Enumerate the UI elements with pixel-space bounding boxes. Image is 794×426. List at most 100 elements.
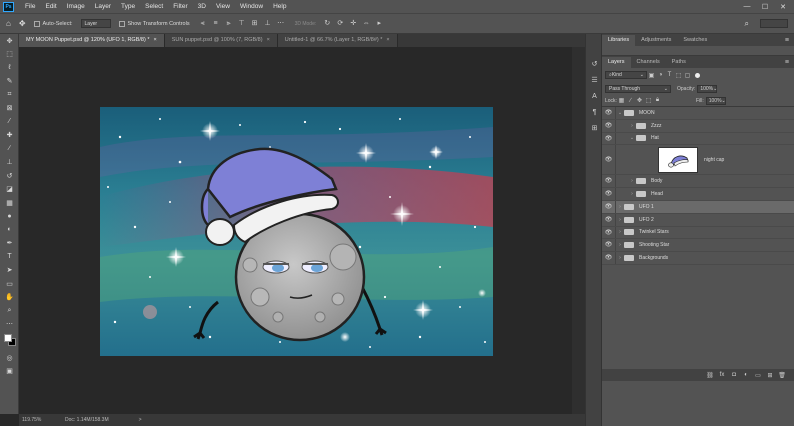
rectangle-tool-icon[interactable]: ▭ — [0, 277, 19, 291]
menu-help[interactable]: Help — [268, 3, 291, 10]
more-tools-icon[interactable]: ⋯ — [0, 318, 19, 332]
vertical-scrollbar[interactable] — [572, 47, 585, 414]
transform-controls-option[interactable]: Show Transform Controls — [118, 20, 190, 27]
layer-row-night-cap[interactable]: 👁︎ night cap — [602, 145, 794, 176]
dodge-tool-icon[interactable]: ◐ — [0, 223, 19, 237]
adjustment-layer-icon[interactable]: ◐ — [740, 372, 752, 378]
align-left-icon[interactable]: ⫷ — [198, 20, 208, 28]
zoom-level[interactable]: 119.75% — [19, 417, 59, 423]
align-top-icon[interactable]: ⊤ — [237, 20, 247, 28]
visibility-eye-icon[interactable]: 👁︎ — [602, 175, 616, 188]
minimize-button[interactable]: — — [738, 3, 756, 10]
layer-row-body[interactable]: 👁︎ › Body — [602, 175, 794, 189]
kind-filter-dropdown[interactable]: ⌕ Kind ⌄ — [605, 71, 647, 79]
visibility-eye-icon[interactable]: 👁︎ — [602, 188, 616, 200]
healing-brush-tool-icon[interactable]: ✚ — [0, 129, 19, 143]
close-tab-icon[interactable]: × — [153, 37, 156, 43]
eraser-tool-icon[interactable]: ◪ — [0, 183, 19, 197]
paragraph-panel-icon[interactable]: ¶ — [586, 104, 603, 120]
history-brush-tool-icon[interactable]: ↺ — [0, 169, 19, 183]
quick-mask-icon[interactable]: ◎ — [0, 351, 19, 365]
pen-tool-icon[interactable]: ✒ — [0, 237, 19, 251]
menu-window[interactable]: Window — [235, 3, 268, 10]
quick-select-tool-icon[interactable]: ✎ — [0, 75, 19, 89]
align-center-icon[interactable]: ≡ — [211, 20, 221, 28]
visibility-eye-icon[interactable]: 👁︎ — [602, 200, 616, 213]
menu-layer[interactable]: Layer — [90, 3, 116, 10]
lock-transparency-icon[interactable]: ▦ — [617, 97, 626, 104]
blur-tool-icon[interactable]: ● — [0, 210, 19, 224]
delete-layer-icon[interactable]: 🗑︎ — [776, 372, 788, 379]
align-bottom-icon[interactable]: ⊥ — [263, 20, 273, 28]
move-tool-icon[interactable]: ✥ — [19, 19, 26, 28]
history-panel-icon[interactable]: ↺ — [586, 56, 603, 72]
marquee-tool-icon[interactable]: ⬚ — [0, 48, 19, 62]
tab-channels[interactable]: Channels — [631, 57, 666, 68]
lock-artboard-icon[interactable]: ⬚ — [644, 97, 653, 104]
3d-orbit-icon[interactable]: ↻ — [322, 20, 332, 28]
close-tab-icon[interactable]: × — [267, 37, 270, 43]
lock-pixels-icon[interactable]: ∕ — [626, 98, 635, 104]
align-right-icon[interactable]: ⫸ — [224, 20, 234, 28]
menu-3d[interactable]: 3D — [193, 3, 211, 10]
align-middle-icon[interactable]: ⊞ — [250, 20, 260, 28]
menu-type[interactable]: Type — [116, 3, 140, 10]
lasso-tool-icon[interactable]: ℓ — [0, 61, 19, 75]
layer-row-moon[interactable]: 👁︎ ⌄ MOON — [602, 107, 794, 120]
visibility-eye-icon[interactable]: 👁︎ — [602, 107, 616, 119]
gradient-tool-icon[interactable]: ▦ — [0, 196, 19, 210]
visibility-eye-icon[interactable]: 👁︎ — [602, 252, 616, 264]
fill-field[interactable]: 100% ⌄ — [705, 96, 726, 105]
type-filter-icon[interactable]: T — [665, 72, 674, 78]
tab-my-moon-puppet[interactable]: MY MOON Puppet.psd @ 120% (UFO 1, RGB/8)… — [19, 34, 165, 47]
glyphs-panel-icon[interactable]: ⊞ — [586, 120, 603, 136]
auto-select-dropdown[interactable]: Layer — [80, 19, 111, 28]
layer-row-shooting-star[interactable]: 👁︎ › Shooting Star — [602, 239, 794, 253]
tab-sun-puppet[interactable]: SUN puppet.psd @ 100% (7, RGB/8) × — [164, 34, 278, 47]
brush-tool-icon[interactable]: ∕ — [0, 142, 19, 156]
status-menu-arrow[interactable]: > — [139, 417, 142, 423]
color-swatches[interactable] — [0, 331, 19, 351]
smart-object-filter-icon[interactable]: ▢ — [683, 72, 692, 79]
blend-mode-dropdown[interactable]: Pass Through ⌄ — [605, 84, 671, 93]
menu-file[interactable]: File — [20, 3, 40, 10]
type-tool-icon[interactable]: T — [0, 250, 19, 264]
menu-view[interactable]: View — [211, 3, 235, 10]
search-icon[interactable]: ⌕ — [745, 19, 749, 29]
expand-chevron-icon[interactable]: › — [616, 204, 624, 210]
moon-puppet-artwork[interactable] — [100, 107, 493, 356]
3d-slide-icon[interactable]: ⇔ — [361, 20, 371, 28]
visibility-eye-icon[interactable]: 👁︎ — [602, 213, 616, 226]
visibility-eye-icon[interactable]: 👁︎ — [602, 132, 616, 145]
layer-row-hat[interactable]: 👁︎ ⌄ Hat — [602, 132, 794, 146]
path-selection-tool-icon[interactable]: ➤ — [0, 264, 19, 278]
expand-chevron-icon[interactable]: › — [616, 255, 624, 261]
eyedropper-tool-icon[interactable]: ⁄ — [0, 115, 19, 129]
layer-row-zzzz[interactable]: 👁︎ › Zzzz — [602, 119, 794, 133]
menu-select[interactable]: Select — [140, 3, 168, 10]
menu-filter[interactable]: Filter — [168, 3, 192, 10]
pixel-filter-icon[interactable]: ▣ — [647, 72, 656, 79]
panel-menu-icon[interactable]: ≡ — [785, 35, 794, 46]
home-icon[interactable]: ⌂ — [6, 19, 11, 28]
link-layers-icon[interactable]: ⛓ — [704, 372, 716, 379]
layer-style-icon[interactable]: fx — [716, 372, 728, 378]
close-tab-icon[interactable]: × — [386, 37, 389, 43]
expand-chevron-icon[interactable]: › — [628, 178, 636, 184]
tab-swatches[interactable]: Swatches — [677, 35, 713, 46]
layer-row-ufo-2[interactable]: 👁︎ › UFO 2 — [602, 213, 794, 227]
panel-menu-icon[interactable]: ≡ — [785, 57, 794, 68]
adjustment-filter-icon[interactable]: ◑ — [656, 72, 665, 78]
screen-mode-icon[interactable]: ▣ — [0, 365, 19, 379]
3d-roll-icon[interactable]: ⟳ — [335, 20, 345, 28]
expand-chevron-icon[interactable]: › — [628, 191, 636, 197]
layer-row-backgrounds[interactable]: 👁︎ › Backgrounds — [602, 252, 794, 265]
distribute-icon[interactable]: ⋯ — [276, 20, 286, 28]
visibility-eye-icon[interactable]: 👁︎ — [602, 145, 616, 175]
menu-edit[interactable]: Edit — [40, 3, 61, 10]
tab-adjustments[interactable]: Adjustments — [635, 35, 677, 46]
tab-libraries[interactable]: Libraries — [602, 35, 636, 46]
maximize-button[interactable]: ☐ — [756, 3, 774, 11]
lock-position-icon[interactable]: ✥ — [635, 97, 644, 104]
new-layer-icon[interactable]: ⊞ — [764, 372, 776, 379]
